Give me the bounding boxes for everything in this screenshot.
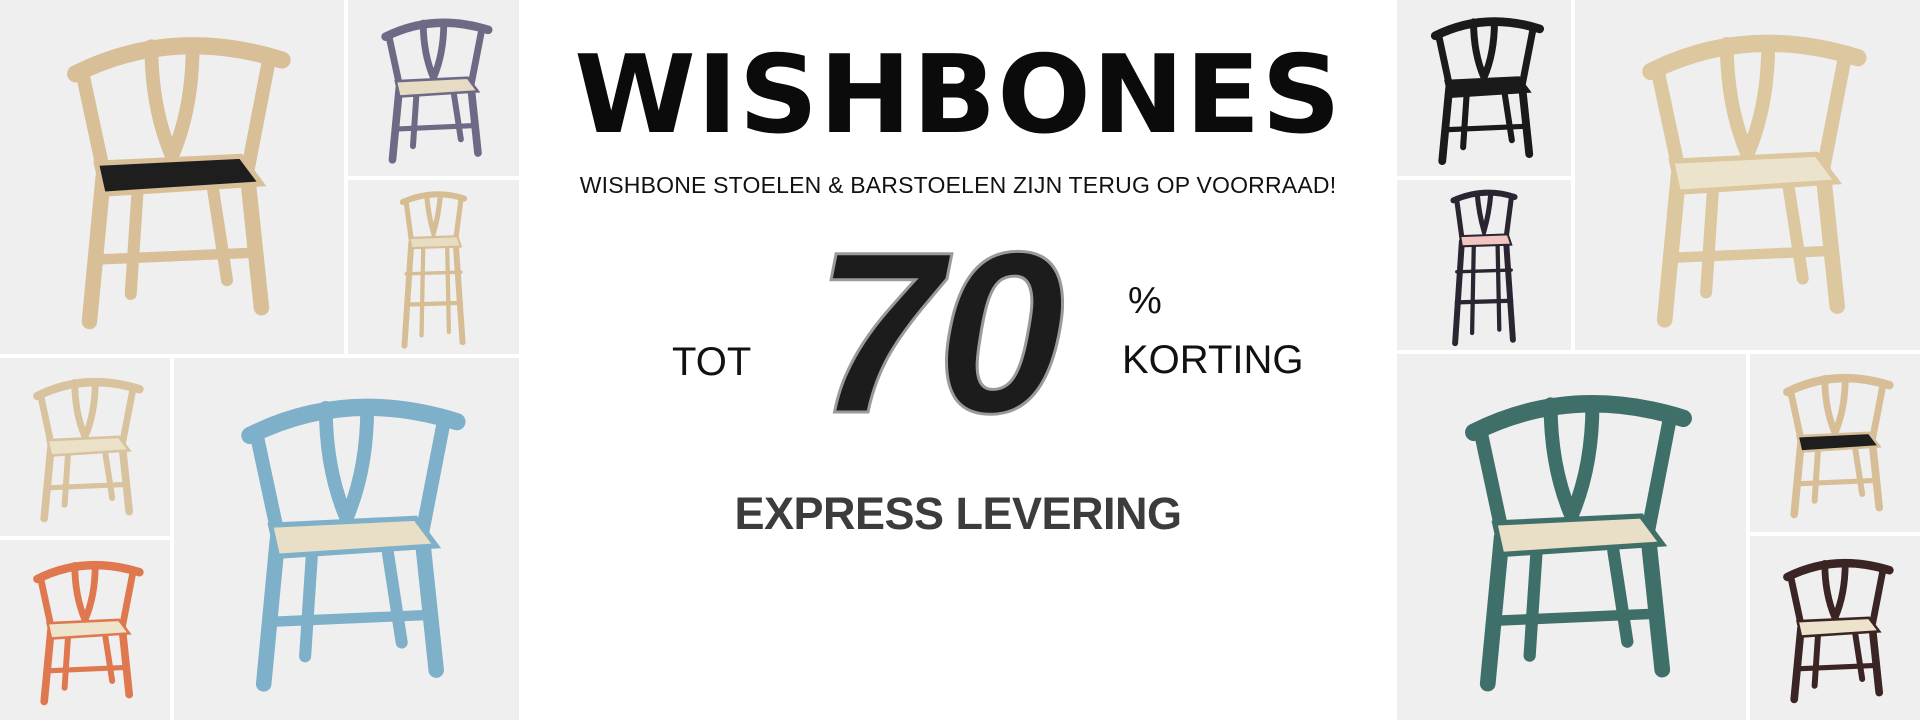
- chair-image: [33, 560, 144, 706]
- chair-photo-light-blue: [174, 358, 519, 720]
- chair-photo-black: [1397, 0, 1571, 176]
- discount-percent-symbol: %: [1128, 280, 1162, 322]
- express-delivery-tagline: EXPRESS LEVERING: [734, 488, 1182, 539]
- chair-image: [67, 37, 291, 330]
- barstool-photo-natural: [348, 180, 519, 354]
- discount-label: KORTING: [1122, 338, 1304, 382]
- chair-photo-orange: [0, 540, 170, 720]
- discount-value: 70: [814, 204, 1067, 461]
- chair-photo-natural-small: [0, 358, 170, 536]
- chair-image: [1465, 395, 1692, 692]
- chair-image: [241, 398, 466, 692]
- barstool-image: [399, 191, 468, 349]
- brand-title: WISHBONES: [574, 33, 1342, 158]
- chair-photo-dark-brown: [1750, 536, 1920, 720]
- chair-photo-natural-black-seat: [0, 0, 344, 354]
- chair-photo-lavender: [348, 0, 519, 176]
- promo-subtitle: WISHBONE STOELEN & BARSTOELEN ZIJN TERUG…: [579, 172, 1337, 198]
- chair-image: [1642, 34, 1867, 328]
- chair-photo-natural-black-seat-small: [1750, 354, 1920, 532]
- discount-prefix: TOT: [672, 340, 752, 384]
- chair-image: [381, 18, 493, 164]
- chair-photo-natural-large: [1575, 0, 1920, 350]
- promo-panel: WISHBONES WISHBONE STOELEN & BARSTOELEN …: [520, 0, 1396, 720]
- chair-photo-teal: [1397, 354, 1746, 720]
- barstool-photo-dark: [1397, 180, 1571, 350]
- chair-image: [1783, 558, 1894, 704]
- chair-image: [33, 377, 144, 523]
- chair-image: [1783, 373, 1894, 519]
- barstool-image: [1450, 189, 1518, 347]
- chair-image: [1430, 17, 1545, 165]
